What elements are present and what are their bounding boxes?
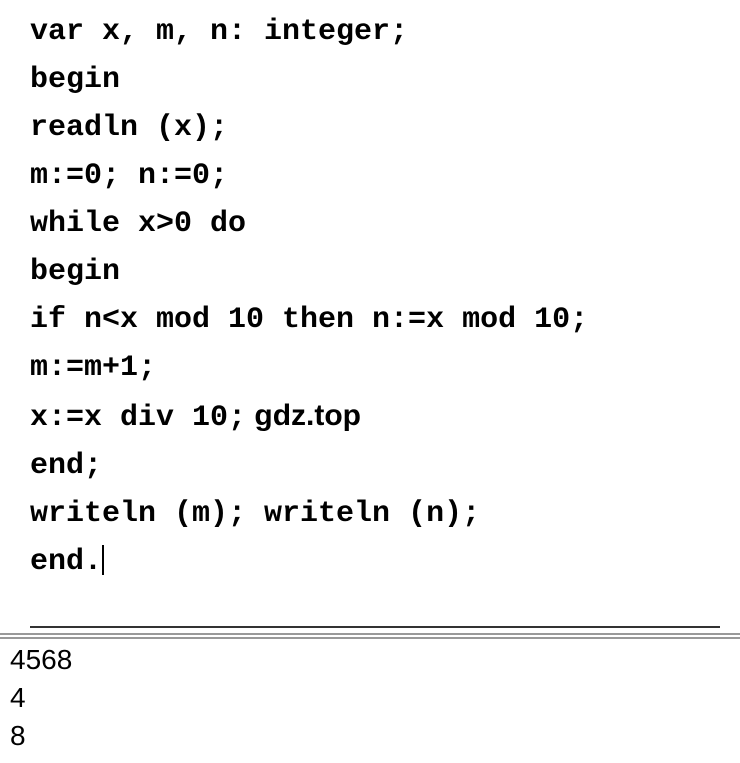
horizontal-rule (30, 626, 720, 628)
code-line: var x, m, n: integer; (30, 8, 720, 56)
code-line: end. (30, 538, 720, 586)
output-pane: 4568 4 8 (0, 639, 740, 756)
output-line: 4568 (10, 641, 730, 679)
code-line: x:=x div 10; gdz.top (30, 392, 720, 442)
code-editor-pane[interactable]: var x, m, n: integer; begin readln (x); … (0, 0, 740, 596)
output-line: 4 (10, 679, 730, 717)
divider-area (0, 626, 740, 633)
code-line: if n<x mod 10 then n:=x mod 10; (30, 296, 720, 344)
watermark-text: gdz.top (246, 399, 361, 432)
code-line: while x>0 do (30, 200, 720, 248)
code-line: readln (x); (30, 104, 720, 152)
code-text: x:=x div 10; (30, 401, 246, 435)
code-line: begin (30, 248, 720, 296)
text-cursor (102, 545, 104, 575)
code-line: end; (30, 442, 720, 490)
code-line: m:=0; n:=0; (30, 152, 720, 200)
output-line: 8 (10, 717, 730, 755)
code-line: m:=m+1; (30, 344, 720, 392)
code-line: writeln (m); writeln (n); (30, 490, 720, 538)
code-line: begin (30, 56, 720, 104)
code-text: end. (30, 545, 102, 579)
